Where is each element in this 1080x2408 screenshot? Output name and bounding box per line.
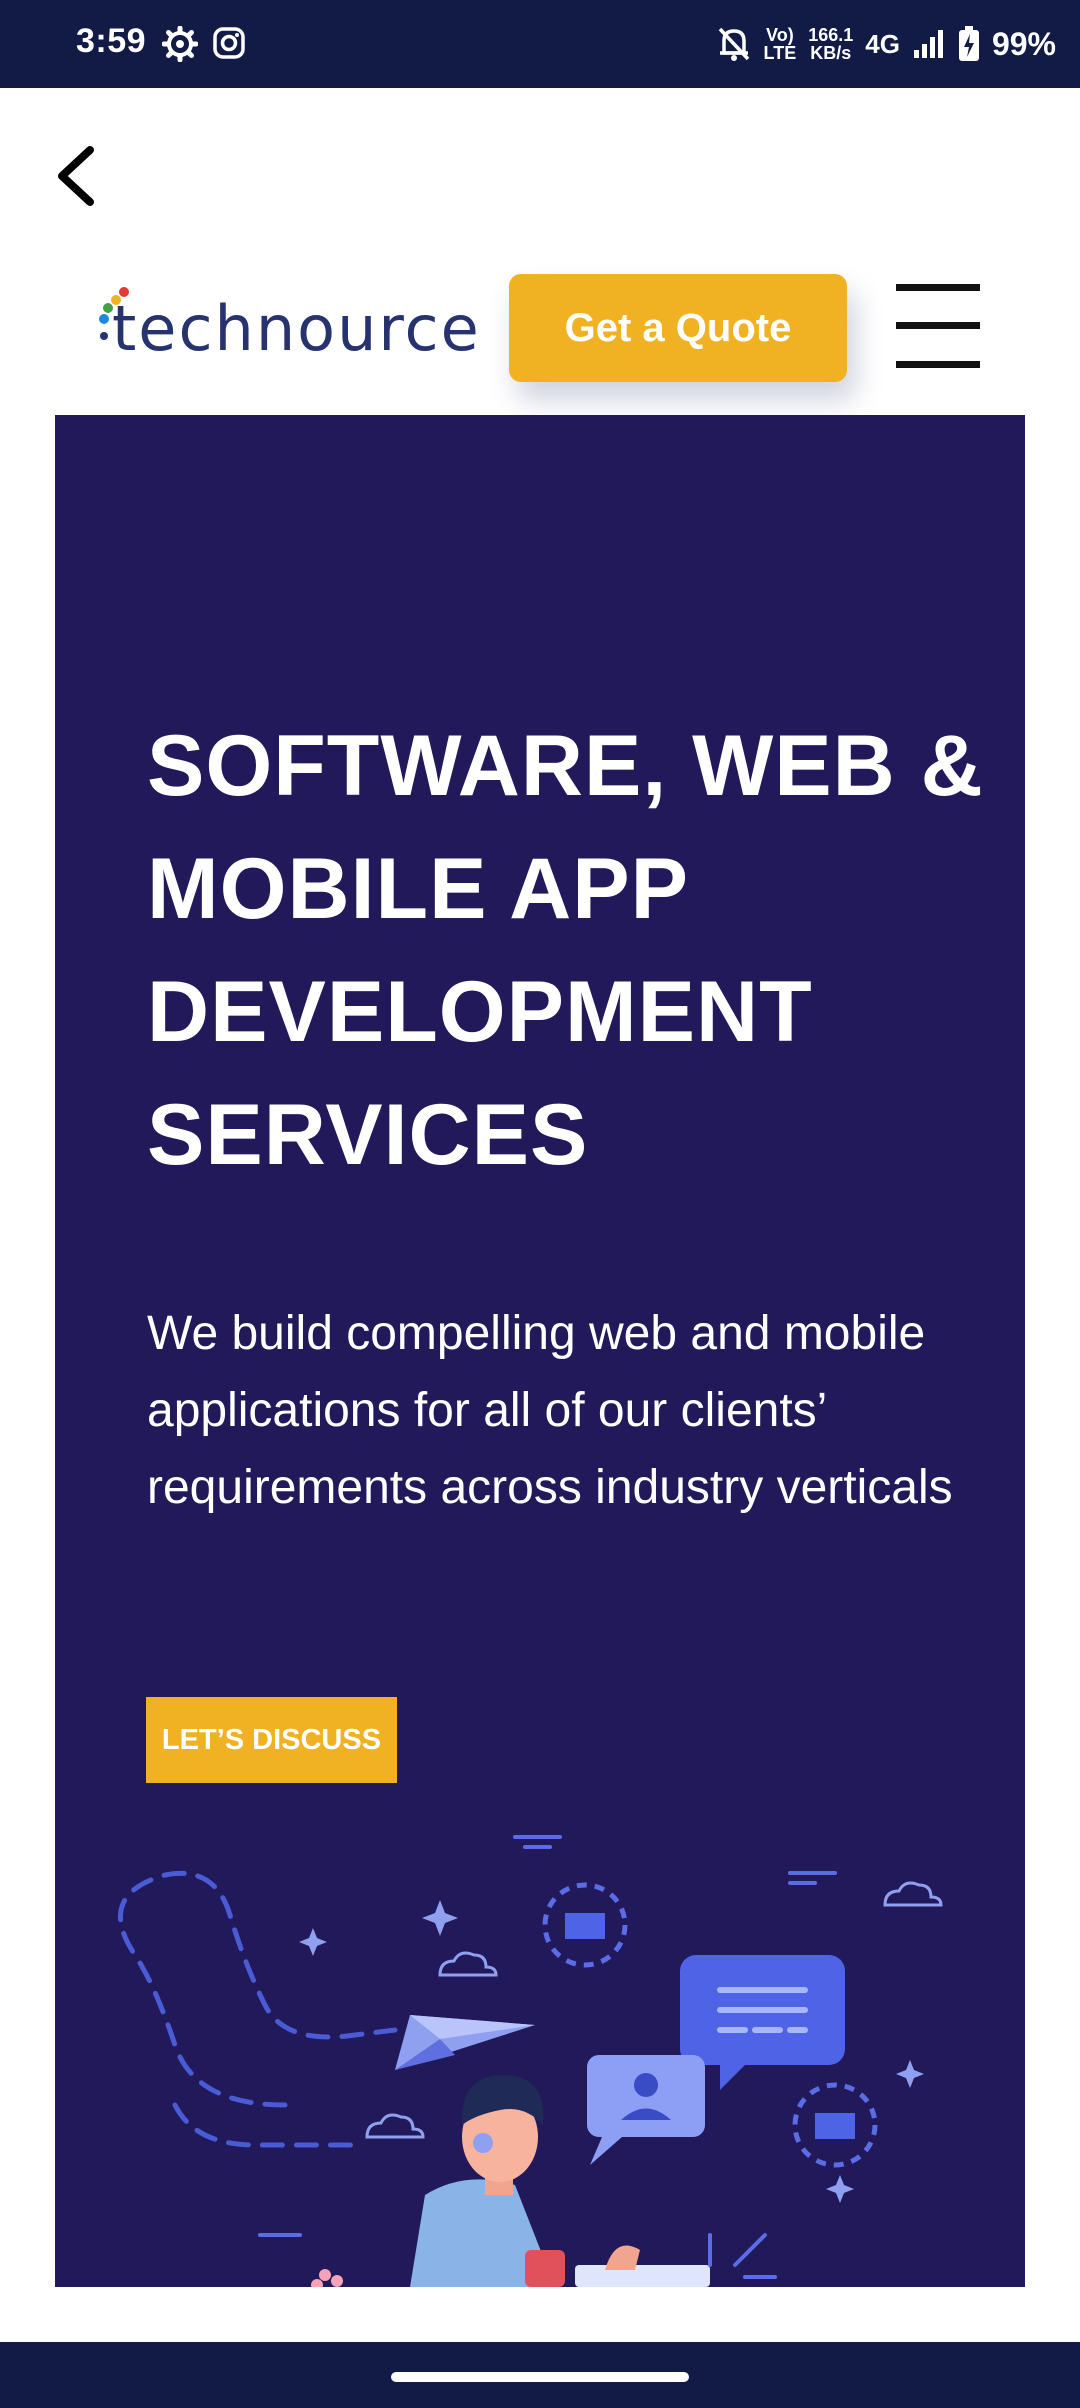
network-type: 4G	[865, 28, 900, 59]
network-speed-unit: KB/s	[810, 43, 852, 63]
menu-button[interactable]	[896, 284, 980, 368]
network-speed-value: 166.1	[808, 25, 854, 45]
home-indicator[interactable]	[391, 2372, 689, 2382]
flower-icon	[311, 2269, 343, 2287]
instagram-icon	[213, 27, 245, 59]
paper-plane-icon	[395, 2015, 535, 2070]
volte-indicator: Vo) LTE	[764, 26, 797, 62]
get-a-quote-button[interactable]: Get a Quote	[509, 274, 847, 382]
volte-top-label: Vo)	[766, 25, 794, 45]
envelope-icon	[565, 1913, 605, 1939]
envelope-icon	[815, 2113, 855, 2139]
hero-title: SOFTWARE, WEB & MOBILE APP DEVELOPMENT S…	[147, 718, 984, 1183]
network-speed: 166.1 KB/s	[808, 26, 853, 62]
settings-gear-icon	[162, 26, 198, 62]
logo-text: technource	[112, 292, 481, 365]
lets-discuss-button[interactable]: LET’S DISCUSS	[146, 1697, 397, 1783]
battery-charging-icon	[958, 26, 979, 61]
status-bar: 3:59 Vo) LTE 166.1 KB/s 4G 99%	[0, 0, 1080, 88]
hero-section: SOFTWARE, WEB & MOBILE APP DEVELOPMENT S…	[55, 415, 1025, 2287]
chevron-left-icon	[58, 146, 94, 206]
technource-logo[interactable]: technource	[92, 282, 502, 372]
back-button[interactable]	[48, 136, 108, 216]
profile-bubble-icon	[587, 2055, 705, 2165]
signal-icon	[913, 30, 943, 58]
battery-percent: 99%	[991, 25, 1056, 62]
volte-bottom-label: LTE	[763, 43, 797, 63]
status-right-cluster: Vo) LTE 166.1 KB/s 4G 99%	[716, 18, 1056, 70]
hero-illustration	[118, 1835, 943, 2287]
status-time: 3:59	[76, 22, 147, 60]
dashed-path-icon	[118, 1870, 398, 2148]
bell-muted-icon	[718, 27, 749, 61]
hero-description: We build compelling web and mobile appli…	[147, 1307, 953, 1514]
